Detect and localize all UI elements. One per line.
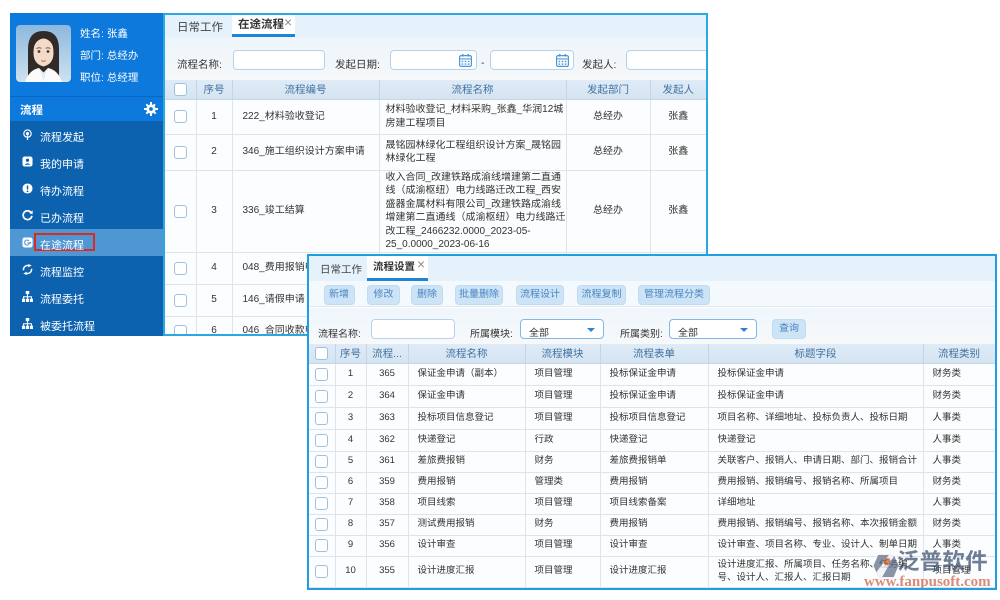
svg-text:G: G	[24, 238, 30, 247]
